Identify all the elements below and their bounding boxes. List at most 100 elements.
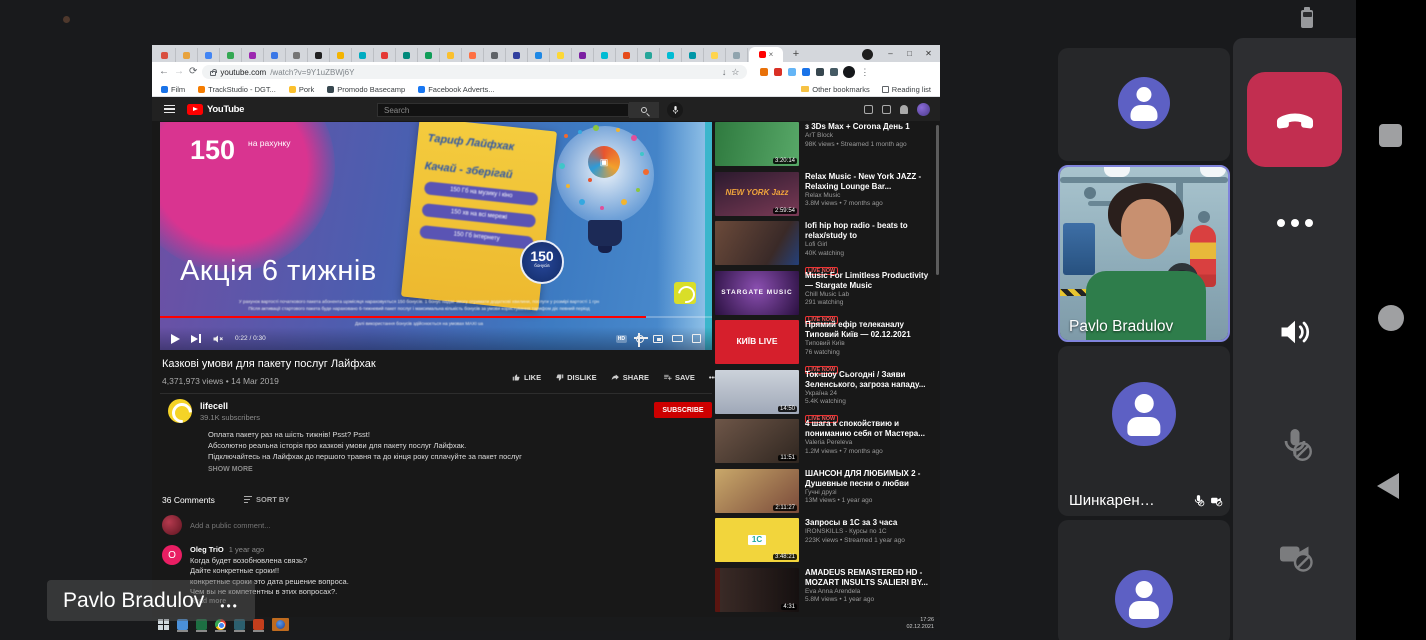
channel-name[interactable]: lifecell <box>200 401 228 411</box>
extension-icon[interactable] <box>774 68 782 76</box>
browser-tab[interactable] <box>462 48 484 62</box>
browser-tab[interactable] <box>176 48 198 62</box>
browser-tab[interactable] <box>638 48 660 62</box>
search-button[interactable] <box>629 102 659 118</box>
progress-bar[interactable] <box>160 316 712 319</box>
browser-tab[interactable] <box>704 48 726 62</box>
youtube-logo-text[interactable]: YouTube <box>207 104 244 115</box>
share-button[interactable]: SHARE <box>611 373 649 382</box>
notifications-icon[interactable] <box>900 105 908 114</box>
minimize-button[interactable]: – <box>881 49 900 58</box>
mic-muted-button[interactable] <box>1233 426 1356 462</box>
youtube-logo-icon[interactable] <box>187 104 203 115</box>
account-avatar[interactable] <box>917 103 930 116</box>
browser-tab[interactable] <box>550 48 572 62</box>
browser-tab[interactable] <box>594 48 616 62</box>
browser-tab[interactable] <box>220 48 242 62</box>
sort-by-button[interactable]: SORT BY <box>244 495 289 504</box>
address-bar[interactable]: youtube.com /watch?v=9Y1uZBWj6Y ↓ ☆ <box>202 65 747 79</box>
reading-list[interactable]: Reading list <box>882 85 931 94</box>
browser-menu-icon[interactable]: ⋮ <box>860 67 869 78</box>
miniplayer-icon[interactable] <box>653 335 663 343</box>
voice-search-button[interactable] <box>667 102 683 118</box>
theater-mode-icon[interactable] <box>672 335 683 342</box>
recommended-video[interactable]: 1С3:48:21Запросы в 1С за 3 часаIRONSKILL… <box>715 518 936 562</box>
browser-tab[interactable] <box>726 48 748 62</box>
recommended-video[interactable]: lofi hip hop radio - beats to relax/stud… <box>715 221 936 265</box>
back-nav-icon[interactable] <box>1377 473 1399 499</box>
recommended-video[interactable]: КИЇВ LIVEПрямий ефір телеканалу Типовий … <box>715 320 936 364</box>
recommended-video[interactable]: 11:514 шага к спокойствию и пониманию се… <box>715 419 936 463</box>
fullscreen-icon[interactable] <box>692 334 701 343</box>
browser-tab[interactable] <box>264 48 286 62</box>
recommended-video[interactable]: 2:11:27ШАНСОН ДЛЯ ЛЮБИМЫХ 2 - Душевные п… <box>715 469 936 513</box>
bookmark-item[interactable]: Facebook Adverts... <box>418 85 494 94</box>
active-browser-tab[interactable]: × <box>749 47 783 62</box>
extension-icon[interactable] <box>830 68 838 76</box>
video-player[interactable]: 150 на рахунку Акція 6 тижнів Тариф Лайф… <box>160 122 712 350</box>
play-button[interactable] <box>171 334 180 344</box>
recommended-video[interactable]: 3:20:14з 3Ds Max + Corona День 1ArT Bloc… <box>715 122 936 166</box>
subscribe-button[interactable]: SUBSCRIBE <box>654 402 712 418</box>
speaker-button[interactable] <box>1233 314 1356 350</box>
browser-tab[interactable] <box>660 48 682 62</box>
back-icon[interactable]: ← <box>159 67 169 77</box>
next-button[interactable] <box>191 334 201 343</box>
participant-tile-pavlo[interactable]: Pavlo Bradulov <box>1058 165 1230 342</box>
bookmark-item[interactable]: Film <box>161 85 185 94</box>
browser-tab[interactable] <box>528 48 550 62</box>
bookmark-star-icon[interactable]: ☆ <box>731 67 739 78</box>
channel-avatar[interactable] <box>168 399 192 423</box>
participant-tile[interactable] <box>1058 48 1230 161</box>
show-more-button[interactable]: SHOW MORE <box>208 466 253 473</box>
comment-author[interactable]: Oleg TriO1 year ago <box>190 545 264 554</box>
recommended-video[interactable]: NEW YORK Jazz2:59:54Relax Music - New Yo… <box>715 172 936 216</box>
extension-icon[interactable] <box>816 68 824 76</box>
browser-tab[interactable] <box>682 48 704 62</box>
recents-icon[interactable] <box>1379 124 1402 147</box>
browser-avatar[interactable] <box>843 66 855 78</box>
browser-tab[interactable] <box>484 48 506 62</box>
participant-tile[interactable]: Шинкарен… <box>1058 346 1230 516</box>
apps-icon[interactable] <box>882 105 891 114</box>
browser-tab[interactable] <box>286 48 308 62</box>
browser-tab[interactable] <box>352 48 374 62</box>
close-tab-icon[interactable]: × <box>769 51 774 59</box>
maximize-button[interactable]: □ <box>900 49 919 58</box>
browser-tab[interactable] <box>198 48 220 62</box>
bookmark-item[interactable]: Pork <box>289 85 314 94</box>
create-icon[interactable] <box>864 105 873 114</box>
browser-tab[interactable] <box>572 48 594 62</box>
more-options-button[interactable] <box>1233 219 1356 227</box>
bookmark-item[interactable]: Promodo Basecamp <box>327 85 405 94</box>
home-icon[interactable] <box>1378 305 1404 331</box>
other-bookmarks[interactable]: Other bookmarks <box>801 85 870 94</box>
browser-tab[interactable] <box>330 48 352 62</box>
new-tab-button[interactable]: + <box>788 48 804 60</box>
browser-tab[interactable] <box>308 48 330 62</box>
search-input[interactable]: Search <box>377 103 629 117</box>
settings-gear-icon[interactable] <box>636 335 644 343</box>
camera-muted-button[interactable] <box>1233 536 1356 572</box>
dislike-button[interactable]: DISLIKE <box>555 373 597 382</box>
extension-icon[interactable] <box>788 68 796 76</box>
add-comment-input[interactable]: Add a public comment... <box>190 521 270 530</box>
hang-up-button[interactable] <box>1247 72 1342 167</box>
browser-tab[interactable] <box>440 48 462 62</box>
download-icon[interactable]: ↓ <box>722 67 727 77</box>
browser-profile-icon[interactable] <box>862 49 873 60</box>
like-button[interactable]: LIKE <box>512 373 541 382</box>
presenter-more-icon[interactable]: ••• <box>220 599 239 613</box>
browser-tab[interactable] <box>418 48 440 62</box>
participant-tile[interactable] <box>1058 520 1230 640</box>
recommended-video[interactable]: 14:50Ток-шоу Сьогодні / Заяви Зеленськог… <box>715 370 936 414</box>
browser-tab[interactable] <box>396 48 418 62</box>
browser-tab[interactable] <box>154 48 176 62</box>
extension-icon[interactable] <box>802 68 810 76</box>
extension-icon[interactable] <box>760 68 768 76</box>
forward-icon[interactable]: → <box>174 67 184 77</box>
recommended-video[interactable]: 4:31AMADEUS REMASTERED HD - MOZART INSUL… <box>715 568 936 612</box>
browser-tab[interactable] <box>242 48 264 62</box>
browser-tab[interactable] <box>506 48 528 62</box>
close-window-button[interactable]: ✕ <box>919 49 938 58</box>
